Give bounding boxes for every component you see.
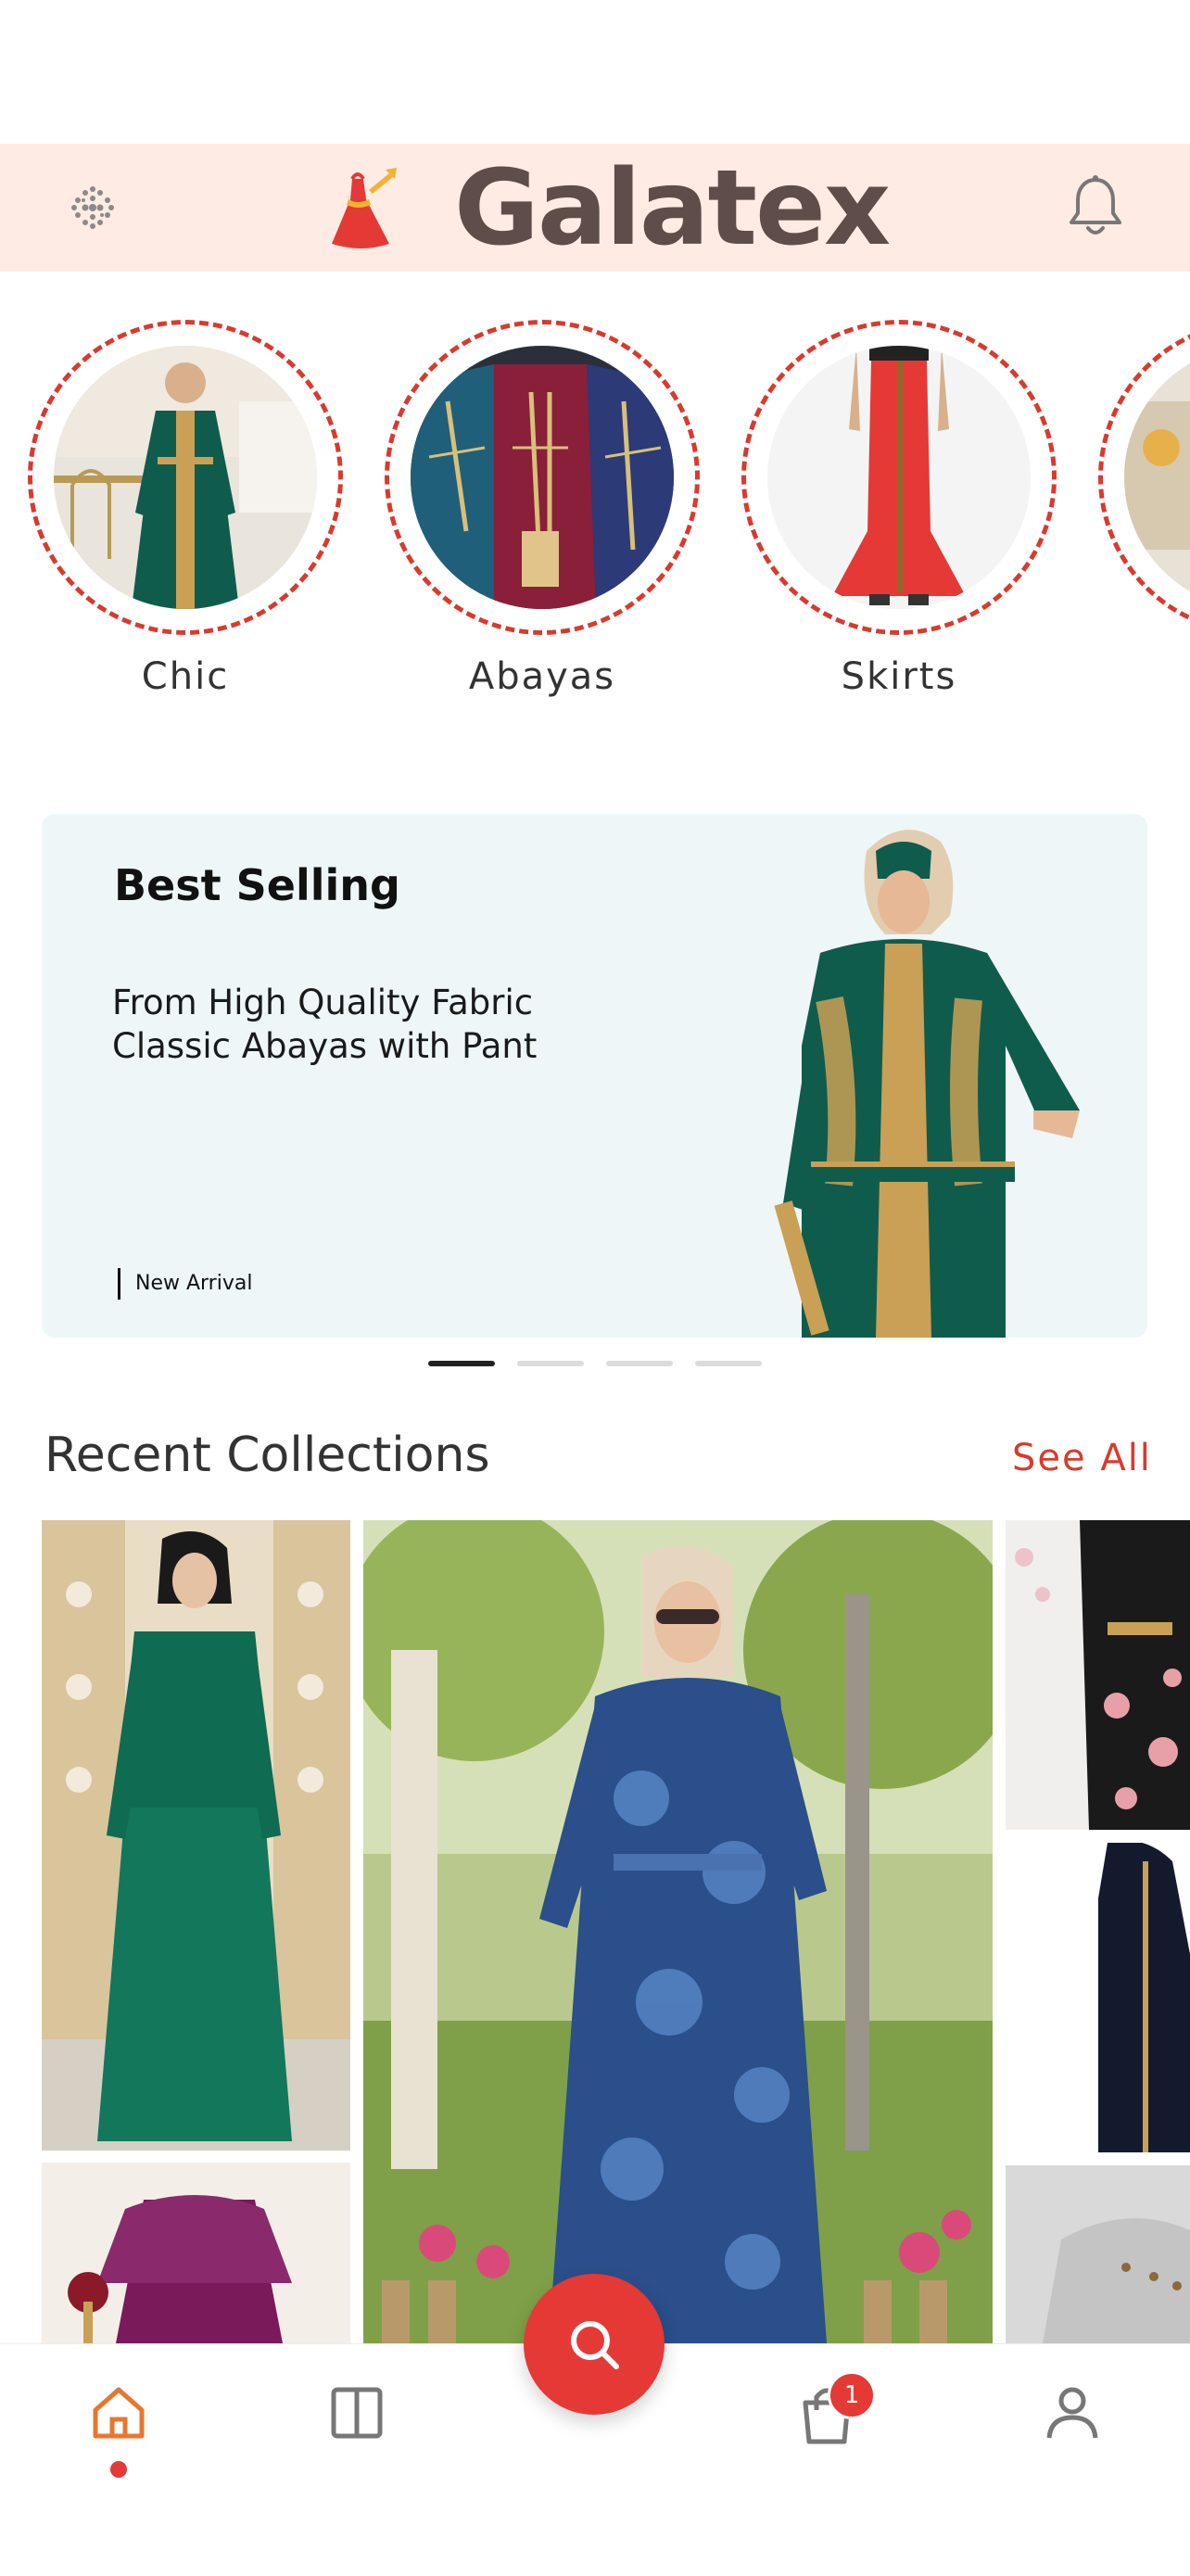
banner-model-image	[774, 830, 1080, 1338]
category-ring	[741, 320, 1057, 635]
collection-item[interactable]	[42, 2163, 350, 2343]
category-ring	[1098, 320, 1190, 635]
category-label: Skirts	[841, 655, 957, 698]
home-icon[interactable]	[86, 2380, 151, 2445]
banner-pagination	[428, 1361, 762, 1366]
product-image	[42, 1520, 350, 2151]
category-next[interactable]	[1094, 320, 1190, 655]
bell-icon[interactable]	[1066, 174, 1125, 239]
collection-item[interactable]	[42, 1520, 350, 2151]
banner-subtitle: From High Quality Fabric Classic Abayas …	[112, 981, 594, 1068]
collection-item[interactable]	[1006, 1520, 1190, 1830]
banner-title: Best Selling	[114, 860, 400, 910]
category-image	[54, 346, 317, 609]
category-label: Chic	[141, 655, 230, 698]
banner-subtitle-line1: From High Quality Fabric	[112, 983, 534, 1022]
category-abayas[interactable]: Abayas	[380, 320, 704, 698]
cart-badge: 1	[828, 2371, 876, 2419]
brand-name: Galatex	[454, 148, 891, 269]
pagination-dot-4[interactable]	[695, 1361, 762, 1366]
collection-item-featured[interactable]	[363, 1520, 993, 2343]
collection-item[interactable]	[1006, 2165, 1190, 2343]
grid-dots-icon[interactable]	[67, 182, 119, 234]
catalog-icon[interactable]	[324, 2380, 389, 2445]
category-ring	[385, 320, 700, 635]
profile-icon[interactable]	[1040, 2380, 1105, 2445]
banner-tag: New Arrival	[118, 1268, 252, 1300]
product-image	[1006, 2165, 1190, 2343]
dress-logo-icon	[332, 168, 397, 248]
category-image	[767, 346, 1031, 609]
section-title: Recent Collections	[44, 1428, 490, 1483]
see-all-link[interactable]: See All	[1012, 1437, 1152, 1479]
collection-item[interactable]	[1006, 1843, 1190, 2152]
banner-subtitle-line2: Classic Abayas with Pant	[112, 1026, 538, 1066]
category-chic[interactable]: Chic	[23, 320, 348, 698]
category-label: Abayas	[468, 655, 616, 698]
pagination-dot-2[interactable]	[517, 1361, 584, 1366]
category-ring	[28, 320, 343, 635]
category-image	[1124, 346, 1190, 609]
product-image	[1006, 1843, 1190, 2152]
category-image	[411, 346, 674, 609]
brand: Galatex	[315, 148, 891, 269]
active-indicator	[110, 2461, 127, 2478]
search-icon	[571, 2321, 619, 2369]
product-image	[42, 2163, 350, 2343]
product-image	[363, 1520, 993, 2343]
search-button[interactable]	[524, 2274, 665, 2415]
pagination-dot-3[interactable]	[606, 1361, 673, 1366]
promo-banner[interactable]: Best Selling From High Quality Fabric Cl…	[42, 814, 1147, 1338]
category-skirts[interactable]: Skirts	[737, 320, 1061, 698]
product-image	[1006, 1520, 1190, 1830]
category-carousel[interactable]: Chic Abayas Skirts	[0, 320, 1190, 728]
pagination-dot-1[interactable]	[428, 1361, 495, 1366]
